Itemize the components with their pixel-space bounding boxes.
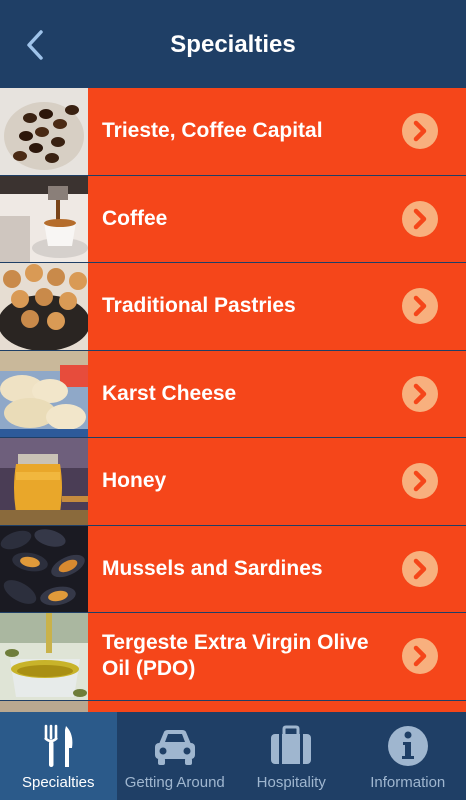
honey-jar-photo bbox=[0, 438, 88, 525]
list-item[interactable]: Coffee bbox=[0, 175, 466, 263]
list-item-label: Honey bbox=[102, 469, 167, 493]
tab-information[interactable]: Information bbox=[350, 712, 466, 800]
list-item[interactable]: Tergeste Extra Virgin Olive Oil (PDO) bbox=[0, 613, 466, 701]
chevron-right-icon bbox=[402, 375, 438, 412]
header-bar: Specialties bbox=[0, 0, 466, 88]
list-item[interactable]: Trieste, Coffee Capital bbox=[0, 88, 466, 176]
cheese-photo bbox=[0, 350, 88, 437]
tab-hospitality[interactable]: Hospitality bbox=[233, 712, 350, 800]
list-item-label: Trieste, Coffee Capital bbox=[102, 119, 323, 143]
list-item[interactable]: Mussels and Sardines bbox=[0, 525, 466, 613]
list-item[interactable]: Traditional Pastries bbox=[0, 263, 466, 351]
page-title: Specialties bbox=[170, 31, 296, 58]
list-item-cell: Karst Cheese bbox=[88, 350, 466, 437]
tab-label: Hospitality bbox=[256, 774, 326, 791]
chevron-right-icon bbox=[402, 200, 438, 237]
list-item-label: Mussels and Sardines bbox=[102, 556, 323, 580]
chevron-right-icon bbox=[402, 113, 438, 150]
tab-bar: Specialties Getting Around Hospitality I… bbox=[0, 712, 466, 800]
chevron-right-icon bbox=[402, 288, 438, 325]
mussels-photo bbox=[0, 525, 88, 612]
list-item[interactable]: Karst Cheese bbox=[0, 350, 466, 438]
fork-knife-icon bbox=[38, 724, 78, 773]
list-item-cell: Honey bbox=[88, 438, 466, 525]
pastries-photo bbox=[0, 263, 88, 350]
olive-oil-photo bbox=[0, 613, 88, 700]
list-item-label: Traditional Pastries bbox=[102, 294, 296, 318]
chevron-right-icon bbox=[402, 550, 438, 587]
tab-label: Getting Around bbox=[124, 774, 225, 791]
tab-label: Information bbox=[370, 774, 446, 791]
list-item-label: Coffee bbox=[102, 206, 168, 230]
espresso-cup-photo bbox=[0, 175, 88, 262]
specialties-list: Trieste, Coffee Capital Coffee Tradition… bbox=[0, 88, 466, 712]
list-item-partial bbox=[0, 700, 466, 712]
list-item-cell: Coffee bbox=[88, 175, 466, 262]
tab-label: Specialties bbox=[21, 774, 95, 791]
list-item-cell: Traditional Pastries bbox=[88, 263, 466, 350]
car-icon bbox=[151, 724, 199, 773]
chevron-right-icon bbox=[402, 463, 438, 500]
list-item-cell: Trieste, Coffee Capital bbox=[88, 88, 466, 175]
tab-getting-around[interactable]: Getting Around bbox=[117, 712, 234, 800]
suitcase-icon bbox=[268, 724, 314, 773]
coffee-beans-photo bbox=[0, 88, 88, 175]
chevron-right-icon bbox=[402, 638, 438, 675]
list-item-label: Tergeste Extra Virgin Olive Oil (PDO) bbox=[102, 631, 369, 681]
tab-specialties[interactable]: Specialties bbox=[0, 712, 117, 800]
info-icon bbox=[386, 724, 430, 773]
list-item-cell: Mussels and Sardines bbox=[88, 525, 466, 612]
list-item-label: Karst Cheese bbox=[102, 381, 237, 405]
list-item-cell: Tergeste Extra Virgin Olive Oil (PDO) bbox=[88, 613, 466, 700]
list-item[interactable]: Honey bbox=[0, 438, 466, 526]
